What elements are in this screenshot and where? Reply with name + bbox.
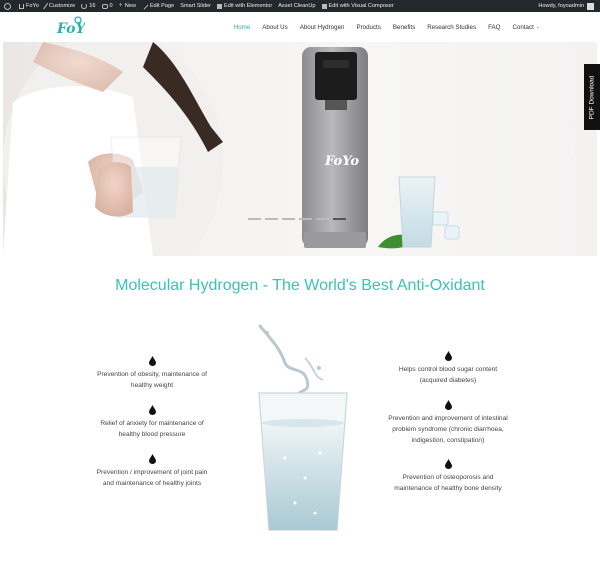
water-drop-icon bbox=[444, 351, 452, 361]
slider-dot[interactable] bbox=[265, 218, 278, 220]
nav-home[interactable]: Home bbox=[234, 24, 251, 31]
site-logo[interactable]: FoYo bbox=[55, 14, 85, 40]
hero-image: FoYo bbox=[3, 42, 460, 256]
pdf-download-tab[interactable]: PDF Download bbox=[584, 64, 600, 130]
nav-products[interactable]: Products bbox=[356, 24, 380, 31]
section-title: Molecular Hydrogen - The World's Best An… bbox=[115, 277, 485, 294]
slider-dot[interactable] bbox=[248, 218, 261, 220]
admin-bar: FoYo Customize 16 0 + New Edit Page Smar… bbox=[0, 0, 600, 12]
admin-site-name[interactable]: FoYo bbox=[19, 3, 39, 9]
admin-edit-page[interactable]: Edit Page bbox=[141, 2, 174, 10]
main-nav: Home About Us About Hydrogen Products Be… bbox=[222, 12, 540, 42]
admin-smart-slider[interactable]: Smart Slider bbox=[180, 3, 211, 9]
composer-icon bbox=[321, 3, 327, 9]
water-drop-icon bbox=[148, 356, 156, 366]
elementor-icon bbox=[217, 3, 222, 9]
slider-dot[interactable] bbox=[282, 218, 295, 220]
benefit-left-1: Prevention of obesity, maintenance of he… bbox=[77, 356, 227, 391]
water-drop-icon bbox=[444, 459, 452, 469]
benefit-right-1: Helps control blood sugar content (acqui… bbox=[373, 351, 523, 386]
admin-edit-visual-composer[interactable]: Edit with Visual Composer bbox=[321, 3, 394, 9]
home-icon bbox=[19, 3, 24, 9]
benefit-right-2: Prevention and improvement of intestinal… bbox=[373, 400, 523, 446]
dispenser-logo: FoYo bbox=[324, 154, 359, 169]
admin-comments[interactable]: 0 bbox=[101, 3, 113, 9]
nav-faq[interactable]: FAQ bbox=[488, 24, 500, 31]
pencil-icon bbox=[141, 2, 149, 10]
water-glass-image bbox=[258, 324, 348, 531]
admin-customize[interactable]: Customize bbox=[43, 2, 75, 10]
logo-text: FoYo bbox=[56, 21, 85, 37]
avatar bbox=[587, 2, 594, 10]
slider-dot[interactable] bbox=[299, 218, 312, 220]
wordpress-icon bbox=[4, 2, 11, 10]
admin-asset-cleanup[interactable]: Asset CleanUp bbox=[278, 3, 315, 9]
nav-research-studies[interactable]: Research Studies bbox=[427, 24, 476, 31]
water-drop-icon bbox=[444, 400, 452, 410]
water-drop-icon bbox=[148, 454, 156, 464]
benefit-left-3: Prevention / improvement of joint pain a… bbox=[77, 454, 227, 489]
admin-updates[interactable]: 16 bbox=[81, 3, 96, 9]
chevron-down-icon: ⌄ bbox=[535, 24, 540, 30]
admin-new-content[interactable]: + New bbox=[118, 2, 136, 9]
nav-contact-label: Contact bbox=[512, 23, 534, 31]
hero-slider: FoYo ‹ › bbox=[3, 42, 597, 256]
refresh-icon bbox=[81, 3, 88, 9]
site-header: FoYo Home About Us About Hydrogen Produc… bbox=[0, 12, 600, 42]
water-drop-icon bbox=[148, 405, 156, 415]
slider-dot[interactable] bbox=[316, 218, 329, 220]
slider-next-arrow[interactable]: › bbox=[569, 142, 574, 158]
slider-dot-active[interactable] bbox=[333, 218, 346, 220]
slider-pagination bbox=[248, 218, 350, 220]
benefit-right-3: Prevention of osteoporosis and maintenan… bbox=[373, 459, 523, 494]
nav-benefits[interactable]: Benefits bbox=[393, 24, 415, 31]
nav-contact[interactable]: Contact ⌄ bbox=[512, 24, 540, 31]
nav-about-hydrogen[interactable]: About Hydrogen bbox=[300, 24, 345, 31]
benefit-left-2: Relief of anxiety for maintenance of hea… bbox=[77, 405, 227, 440]
plus-icon: + bbox=[118, 2, 123, 9]
slider-prev-arrow[interactable]: ‹ bbox=[21, 142, 26, 158]
admin-account-menu[interactable]: Howdy, foyoadmin bbox=[538, 2, 594, 10]
nav-about-us[interactable]: About Us bbox=[262, 24, 287, 31]
brush-icon bbox=[43, 2, 49, 10]
comment-icon bbox=[101, 3, 108, 9]
admin-wordpress-menu[interactable] bbox=[4, 2, 13, 10]
admin-edit-elementor[interactable]: Edit with Elementor bbox=[217, 3, 272, 9]
